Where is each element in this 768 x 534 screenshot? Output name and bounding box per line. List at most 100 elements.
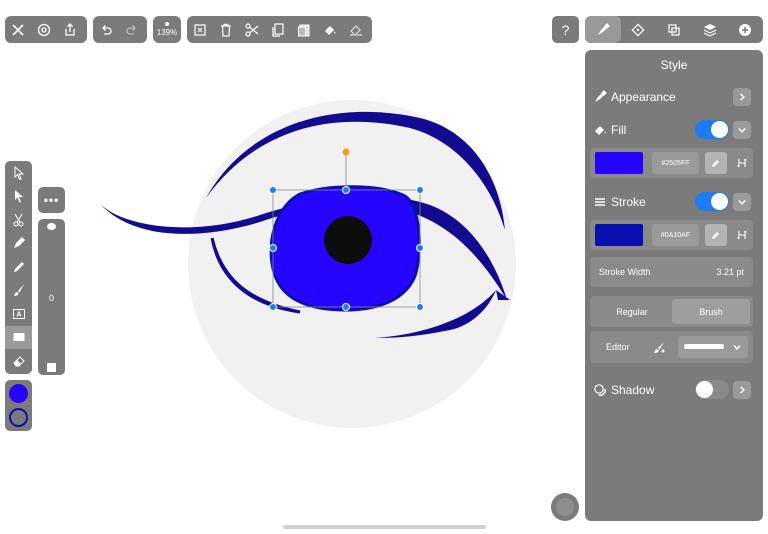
fill-row: Fill xyxy=(593,123,626,137)
scissors-icon[interactable] xyxy=(239,17,265,43)
arrange-tab-icon[interactable] xyxy=(656,16,692,43)
fill-color-preview[interactable] xyxy=(595,152,643,174)
redo-icon[interactable] xyxy=(119,17,145,43)
stroke-eyedropper-icon[interactable] xyxy=(705,224,727,246)
resize-handle[interactable] xyxy=(416,244,424,252)
appearance-chevron-button[interactable] xyxy=(733,88,751,106)
editor-brush-icon[interactable] xyxy=(648,336,670,358)
pupil-shape[interactable] xyxy=(324,216,372,264)
brush-icon[interactable] xyxy=(5,279,32,303)
edit-toolbar xyxy=(187,16,372,43)
stroke-color-row: #0A10AF xyxy=(590,220,753,250)
share-icon[interactable] xyxy=(57,17,83,43)
color-swatches xyxy=(5,380,32,431)
shadow-chevron-button[interactable] xyxy=(733,381,751,399)
stroke-toggle[interactable] xyxy=(695,192,729,211)
fill-tool-icon[interactable] xyxy=(317,17,343,43)
resize-handle[interactable] xyxy=(416,303,424,311)
panel-title: Style xyxy=(660,58,688,72)
shadow-row: Shadow xyxy=(593,383,654,397)
direct-select-icon[interactable] xyxy=(5,185,32,209)
fill-hex-value[interactable]: #2505FF xyxy=(652,152,699,174)
chevron-right-icon xyxy=(740,386,746,394)
stroke-color-swatch[interactable] xyxy=(9,408,28,427)
fill-eyedropper-icon[interactable] xyxy=(705,152,727,174)
shadow-icon xyxy=(594,384,606,397)
appearance-label: Appearance xyxy=(611,90,676,104)
stroke-width-control[interactable]: Stroke Width 3.21 pt xyxy=(590,257,753,287)
stroke-type-segmented: Regular Brush xyxy=(590,296,753,327)
stroke-label: Stroke xyxy=(611,195,646,209)
regular-option[interactable]: Regular xyxy=(593,299,671,324)
undo-icon[interactable] xyxy=(93,17,119,43)
slider-top-knob[interactable] xyxy=(47,223,56,230)
file-toolbar xyxy=(5,16,87,43)
fill-toggle[interactable] xyxy=(695,120,729,139)
chevron-down-icon xyxy=(738,128,746,134)
brush-preset-dropdown[interactable] xyxy=(678,336,748,358)
layers-tab-icon[interactable] xyxy=(692,16,728,43)
style-tab-icon[interactable] xyxy=(585,16,621,43)
shape-tool-icon[interactable] xyxy=(5,325,32,349)
deselect-icon[interactable] xyxy=(187,17,213,43)
chevron-right-icon xyxy=(740,93,746,101)
panel-tabs xyxy=(585,16,763,43)
stroke-hex-value[interactable]: #0A10AF xyxy=(652,224,699,246)
fill-bucket-icon xyxy=(595,126,606,135)
brush-option[interactable]: Brush xyxy=(672,299,750,324)
fill-expand-button[interactable] xyxy=(733,121,751,139)
quick-action-button[interactable] xyxy=(551,493,579,521)
slider-value: 0 xyxy=(48,293,54,303)
text-tool-icon[interactable] xyxy=(5,302,32,326)
resize-handle[interactable] xyxy=(269,186,277,194)
stroke-width-value: 3.21 pt xyxy=(716,267,744,277)
style-panel: Style Appearance Fill #2505FF Stroke #0A… xyxy=(585,50,763,521)
brush-size-slider[interactable]: 0 xyxy=(38,219,65,375)
brush-preset-preview xyxy=(684,344,724,349)
appearance-icon xyxy=(595,90,607,102)
rotate-handle[interactable] xyxy=(342,148,350,156)
fill-swap-icon[interactable] xyxy=(731,152,753,174)
copy-icon[interactable] xyxy=(265,17,291,43)
fill-color-row: #2505FF xyxy=(590,148,753,178)
stroke-width-label: Stroke Width xyxy=(599,267,651,277)
brush-editor-row: Editor xyxy=(590,331,753,363)
pen-icon[interactable] xyxy=(5,232,32,256)
tools-palette xyxy=(5,161,32,374)
more-options-button[interactable]: ••• xyxy=(38,187,65,213)
points-tab-icon[interactable] xyxy=(621,16,657,43)
history-toolbar xyxy=(93,16,147,43)
chevron-down-icon xyxy=(738,200,746,206)
fill-label: Fill xyxy=(611,123,627,137)
shadow-toggle[interactable] xyxy=(695,380,729,399)
eraser-icon[interactable] xyxy=(5,349,32,373)
resize-handle[interactable] xyxy=(342,186,350,194)
help-button[interactable]: ? xyxy=(552,16,579,43)
pencil-icon[interactable] xyxy=(5,255,32,279)
add-tab-icon[interactable] xyxy=(727,16,763,43)
home-indicator xyxy=(283,525,486,529)
slider-bottom-knob[interactable] xyxy=(47,363,56,372)
scissors-tool-icon[interactable] xyxy=(5,208,32,232)
fill-color-swatch[interactable] xyxy=(9,384,28,403)
stroke-color-preview[interactable] xyxy=(595,224,643,246)
zoom-label: 139% xyxy=(156,27,178,37)
chevron-down-icon xyxy=(733,345,741,351)
clear-fill-icon[interactable] xyxy=(343,17,369,43)
resize-handle[interactable] xyxy=(416,186,424,194)
resize-handle[interactable] xyxy=(269,244,277,252)
select-arrow-icon[interactable] xyxy=(5,161,32,185)
stroke-row: Stroke xyxy=(593,195,646,209)
stroke-swap-icon[interactable] xyxy=(731,224,753,246)
stroke-expand-button[interactable] xyxy=(733,193,751,211)
resize-handle[interactable] xyxy=(342,303,350,311)
settings-icon[interactable] xyxy=(31,17,57,43)
resize-handle[interactable] xyxy=(269,303,277,311)
appearance-row[interactable]: Appearance xyxy=(593,90,676,104)
zoom-indicator[interactable]: 139% xyxy=(153,16,181,43)
shadow-label: Shadow xyxy=(611,383,655,397)
paste-icon[interactable] xyxy=(291,17,317,43)
close-icon[interactable] xyxy=(5,17,31,43)
stroke-lines-icon xyxy=(595,198,605,206)
trash-icon[interactable] xyxy=(213,17,239,43)
